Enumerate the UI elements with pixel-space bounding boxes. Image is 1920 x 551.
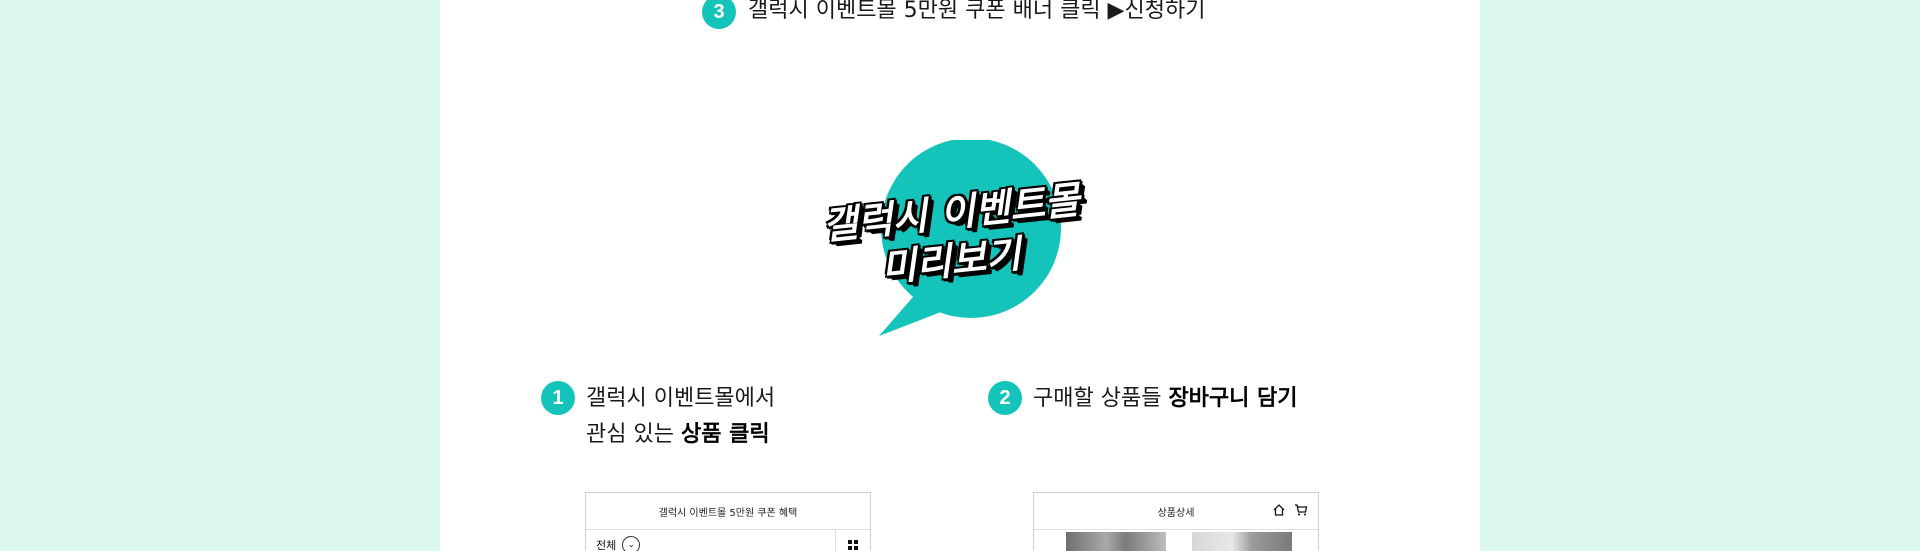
home-icon[interactable] bbox=[1272, 503, 1286, 517]
category-filter[interactable]: 전체 ⌄ bbox=[586, 530, 870, 551]
step-1-line-2-prefix: 관심 있는 bbox=[586, 422, 681, 447]
step-2-text: 구매할 상품들 장바구니 담기 bbox=[1033, 381, 1298, 417]
product-images bbox=[1034, 530, 1318, 551]
product-detail-screenshot: 상품상세 bbox=[1033, 492, 1319, 551]
step-1-line-2-bold: 상품 클릭 bbox=[680, 422, 770, 447]
step-1-badge: 1 bbox=[541, 381, 575, 415]
grid-icon[interactable] bbox=[835, 530, 870, 551]
step-2-bold: 장바구니 담기 bbox=[1168, 386, 1298, 411]
event-mall-header: 갤럭시 이벤트몰 5만원 쿠폰 혜택 bbox=[586, 493, 870, 530]
product-image[interactable] bbox=[1192, 532, 1292, 551]
step-1-line-1: 갤럭시 이벤트몰에서 bbox=[586, 386, 776, 411]
category-label: 전체 bbox=[596, 539, 617, 551]
step-1-line-2: 관심 있는 상품 클릭 bbox=[586, 417, 770, 453]
step-3-badge: 3 bbox=[702, 0, 736, 29]
product-image[interactable] bbox=[1066, 532, 1166, 551]
event-mall-title: 갤럭시 이벤트몰 5만원 쿠폰 혜택 bbox=[658, 507, 798, 519]
content-panel: 3 갤럭시 이벤트몰 5만원 쿠폰 배너 클릭 ▶신청하기 갤럭시 이벤트몰 미… bbox=[440, 0, 1480, 551]
product-detail-title: 상품상세 bbox=[1157, 507, 1195, 519]
step-2-prefix: 구매할 상품들 bbox=[1033, 386, 1169, 411]
preview-bubble: 갤럭시 이벤트몰 미리보기 bbox=[820, 140, 1082, 340]
product-detail-header: 상품상세 bbox=[1034, 493, 1318, 530]
event-mall-screenshot: 갤럭시 이벤트몰 5만원 쿠폰 혜택 전체 ⌄ bbox=[585, 492, 871, 551]
step-2-badge: 2 bbox=[988, 381, 1022, 415]
step-3-text: 갤럭시 이벤트몰 5만원 쿠폰 배너 클릭 ▶신청하기 bbox=[748, 0, 1206, 23]
cart-icon[interactable] bbox=[1294, 503, 1308, 517]
chevron-down-icon[interactable]: ⌄ bbox=[622, 536, 641, 551]
